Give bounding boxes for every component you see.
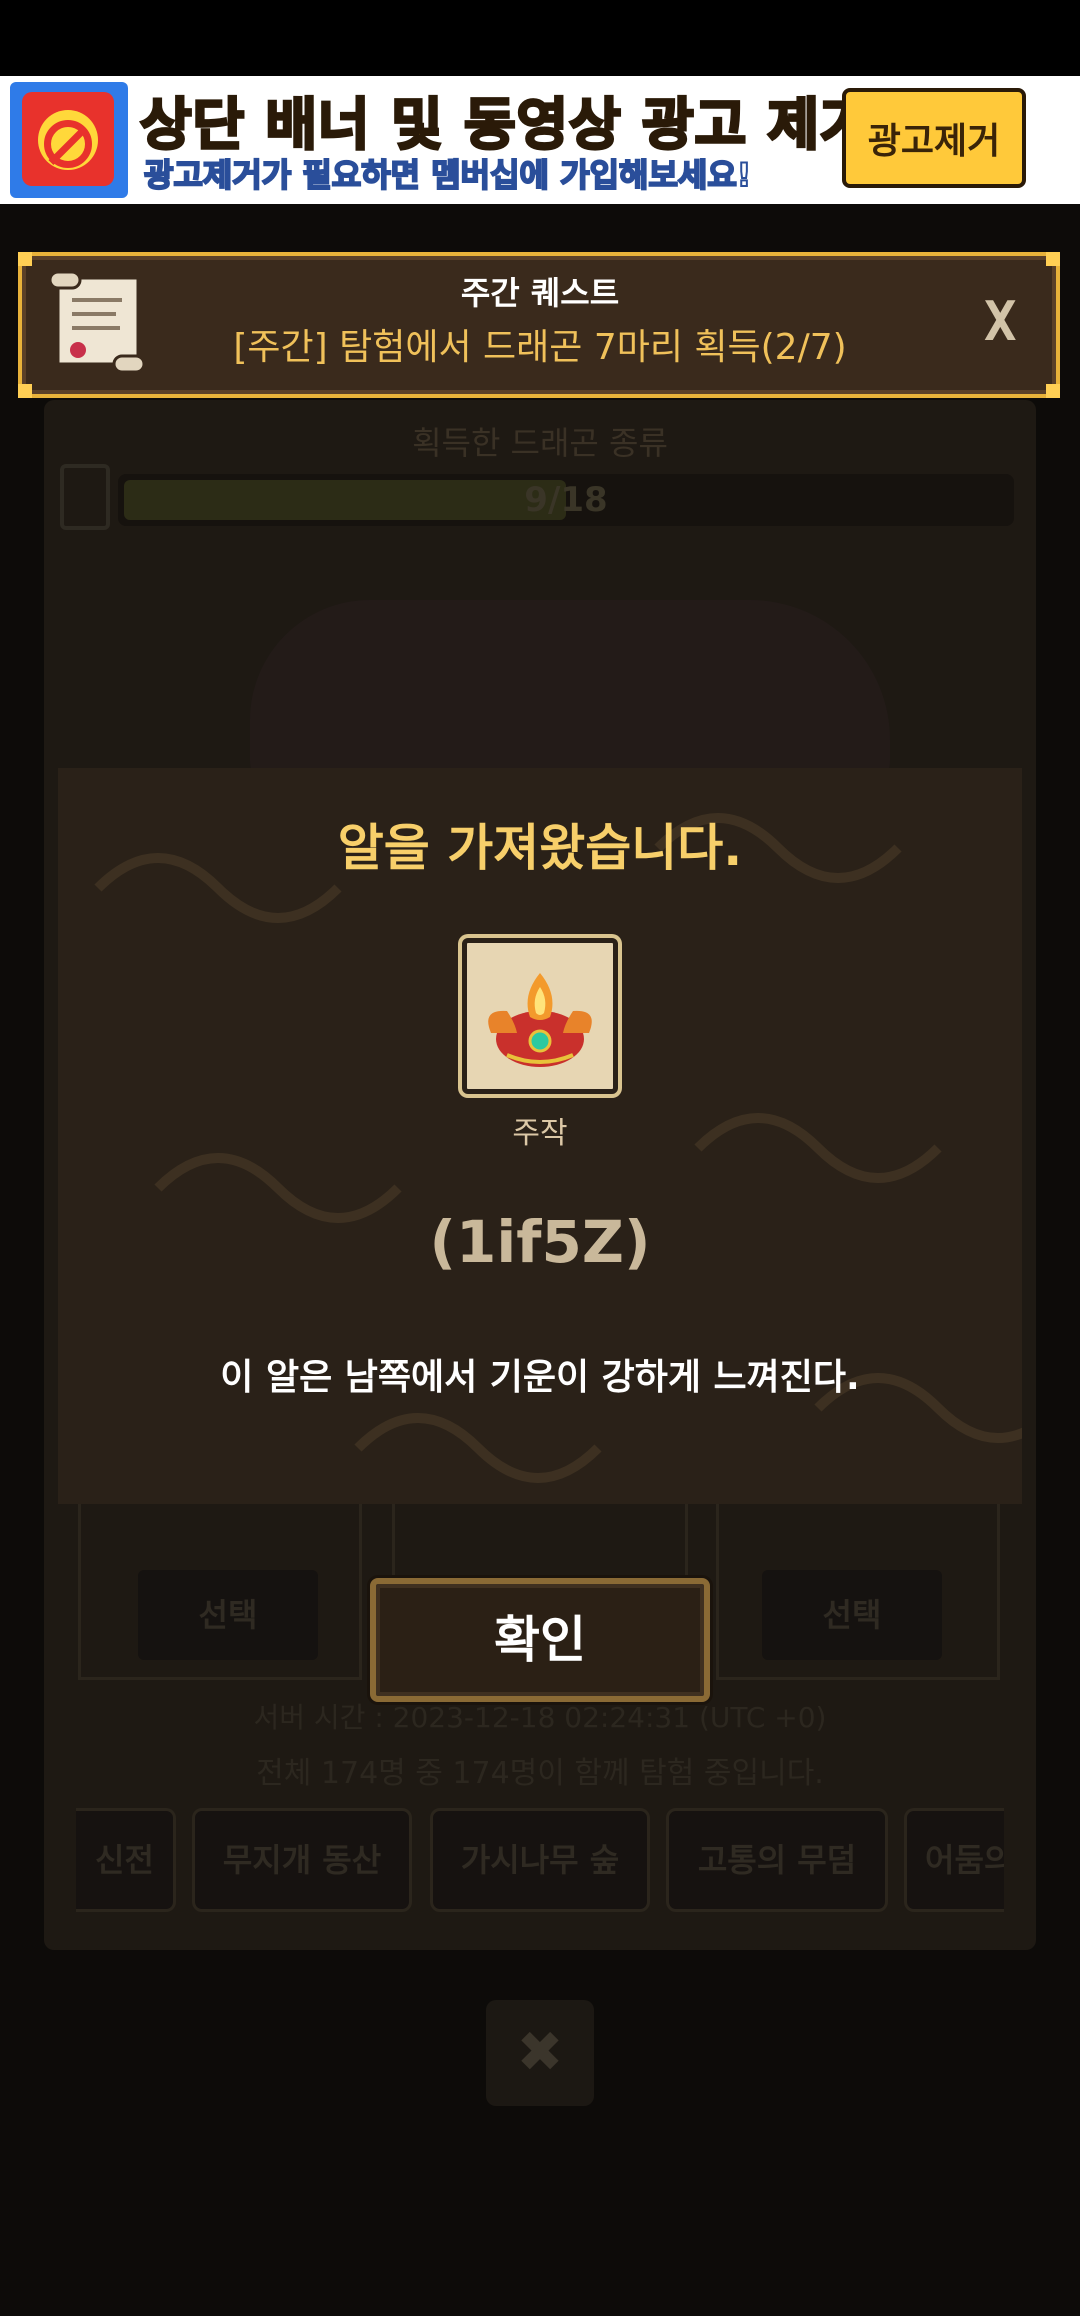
- confirm-button[interactable]: 확인: [370, 1578, 710, 1702]
- egg-description: 이 알은 남쪽에서 기운이 강하게 느껴진다.: [220, 1357, 860, 1398]
- ad-title: 상단 배너 및 동영상 광고 제거!: [138, 92, 900, 160]
- quest-title: 주간 퀘스트: [460, 274, 620, 312]
- modal-title: 알을 가져왔습니다.: [337, 819, 743, 877]
- close-icon[interactable]: ✖: [486, 2000, 594, 2106]
- ad-subtitle: 광고제거가 필요하면 멤버십에 가입해보세요!: [143, 155, 752, 195]
- no-ads-icon: [10, 82, 128, 198]
- server-time: 서버 시간 : 2023-12-18 02:24:31 (UTC +0): [253, 1701, 827, 1734]
- egg-collection-icon: [60, 464, 110, 530]
- player-count: 전체 174명 중 174명이 함께 탐험 중입니다.: [256, 1756, 824, 1791]
- phoenix-egg-icon: [488, 973, 592, 1067]
- tab-rainbow-hill[interactable]: 무지개 동산: [192, 1808, 412, 1912]
- quest-description: [주간] 탐험에서 드래곤 7마리 획득(2/7): [233, 327, 847, 368]
- tab-thorn-forest[interactable]: 가시나무 숲: [430, 1808, 650, 1912]
- collection-progress-text: 9/18: [524, 480, 608, 520]
- tab-darkness[interactable]: 어둠의: [904, 1808, 1004, 1912]
- select-button-left[interactable]: 선택: [138, 1570, 318, 1660]
- remove-ads-button[interactable]: 광고제거: [842, 88, 1026, 188]
- egg-item-frame: [462, 938, 618, 1094]
- status-bar: [0, 0, 1080, 76]
- egg-name: 주작: [512, 1116, 568, 1151]
- select-button-right[interactable]: 선택: [762, 1570, 942, 1660]
- egg-code: (1if5Z): [429, 1208, 651, 1276]
- quest-close-button[interactable]: X: [984, 290, 1017, 353]
- collection-title: 획득한 드래곤 종류: [412, 424, 668, 462]
- egg-result-modal: 알을 가져왔습니다. 주작 (1if5Z) 이 알은 남쪽에서 기운이 강하게 …: [58, 768, 1022, 1504]
- tab-tomb-of-pain[interactable]: 고통의 무덤: [666, 1808, 888, 1912]
- tab-temple[interactable]: 신전: [76, 1808, 176, 1912]
- confirm-label: 확인: [494, 1611, 586, 1669]
